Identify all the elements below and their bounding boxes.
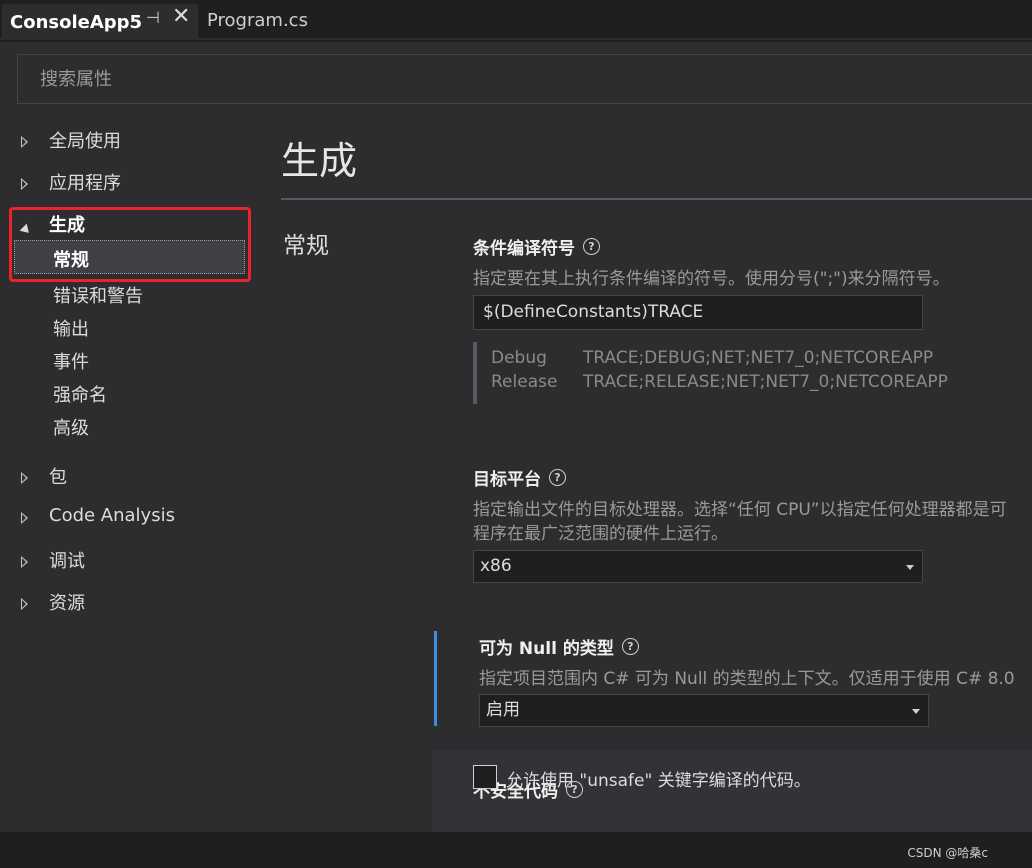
sidebar-item-label: 应用程序 [49,173,121,194]
config-row-release: Release TRACE;RELEASE;NET;NET7_0;NETCOREA… [491,372,948,392]
config-row-debug: Debug TRACE;DEBUG;NET;NET7_0;NETCOREAPP [491,348,933,368]
platform-target-value: x86 [480,556,512,576]
unsafe-code-checkbox[interactable] [473,765,497,789]
config-value: TRACE;DEBUG;NET;NET7_0;NETCOREAPP [583,348,934,368]
nullable-description: 指定项目范围内 C# 可为 Null 的类型的上下文。仅适用于使用 C# 8.0 [479,669,1015,689]
define-constants-description: 指定要在其上执行条件编译的符号。使用分号(";")来分隔符号。 [473,269,950,289]
chevron-right-icon [21,594,37,610]
chevron-right-icon [21,552,37,568]
sidebar-item-label: 常规 [53,250,89,271]
platform-target-description-line1: 指定输出文件的目标处理器。选择“任何 CPU”以指定任何处理器都是可 [473,500,1007,520]
chevron-right-icon [21,468,37,484]
sidebar-item-label: 包 [49,467,67,488]
sidebar-item-code-analysis[interactable]: Code Analysis [21,505,175,526]
config-name: Debug [491,348,547,368]
config-value: TRACE;RELEASE;NET;NET7_0;NETCOREAPP [583,372,948,392]
sidebar-item-label: 生成 [49,215,85,236]
tab-title: ConsoleApp5 [10,11,143,33]
chevron-down-icon [19,216,37,237]
sidebar-item-resources[interactable]: 资源 [21,589,85,615]
search-input[interactable] [18,55,1032,103]
sidebar-item-strong-naming[interactable]: 强命名 [53,381,107,407]
search-box[interactable] [17,54,1032,104]
chevron-down-icon [906,565,914,570]
sidebar-item-errors-warnings[interactable]: 错误和警告 [53,282,143,308]
bottom-bar: CSDN @哈桑c [0,832,1032,868]
section-title: 常规 [283,233,329,259]
nullable-select[interactable]: 启用 [479,694,929,727]
sidebar-item-label: 全局使用 [49,131,121,152]
sidebar-item-package[interactable]: 包 [21,463,67,489]
platform-target-description-line2: 程序在最广泛范围的硬件上运行。 [473,524,728,544]
sidebar-item-events[interactable]: 事件 [53,348,89,374]
focus-indicator-bar [434,631,437,726]
sidebar-item-debug[interactable]: 调试 [21,547,85,573]
sidebar-item-label: Code Analysis [49,505,175,526]
help-icon[interactable]: ? [621,638,639,655]
define-constants-label: 条件编译符号 ? [473,234,600,259]
config-name: Release [491,372,558,392]
define-constants-label-text: 条件编译符号 [473,239,575,259]
watermark: CSDN @哈桑c [907,846,988,860]
sidebar-item-output[interactable]: 输出 [53,315,89,341]
platform-target-select[interactable]: x86 [473,550,923,583]
tab-program-cs[interactable]: Program.cs [207,10,308,31]
document-tab-strip: ConsoleApp5 ⊣ ✕ Program.cs [0,0,1032,40]
page-title: 生成 [281,139,358,183]
platform-target-label-text: 目标平台 [473,470,541,490]
sidebar-item-general[interactable]: 常规 [14,240,245,274]
sidebar-item-label: 资源 [49,593,85,614]
tab-consoleapp5[interactable]: ConsoleApp5 [2,4,198,40]
chevron-right-icon [21,174,37,190]
sidebar-item-advanced[interactable]: 高级 [53,414,89,440]
chevron-down-icon [912,709,920,714]
project-properties-panel: 全局使用 应用程序 生成 常规 错误和警告 输出 事件 强命名 高级 包 Cod… [0,42,1032,832]
sidebar-item-build[interactable]: 生成 [19,211,85,237]
help-icon[interactable]: ? [549,469,566,486]
chevron-right-icon [21,508,37,524]
sidebar-item-global-usings[interactable]: 全局使用 [21,127,121,153]
nullable-label: 可为 Null 的类型 ? [479,634,639,659]
chevron-right-icon [21,132,37,148]
nullable-value: 启用 [486,700,520,720]
nullable-label-text: 可为 Null 的类型 [479,639,614,659]
close-icon[interactable]: ✕ [172,6,190,28]
sidebar-item-application[interactable]: 应用程序 [21,169,121,195]
define-constants-config-values: Debug TRACE;DEBUG;NET;NET7_0;NETCOREAPP R… [473,342,973,404]
help-icon[interactable]: ? [583,238,600,255]
pin-icon[interactable]: ⊣ [146,8,160,27]
define-constants-input[interactable]: $(DefineConstants)TRACE [473,295,923,330]
sidebar-item-label: 调试 [49,551,85,572]
platform-target-label: 目标平台 ? [473,465,566,490]
title-divider [281,198,1032,200]
unsafe-code-checkbox-label[interactable]: 允许使用 "unsafe" 关键字编译的代码。 [506,766,811,791]
